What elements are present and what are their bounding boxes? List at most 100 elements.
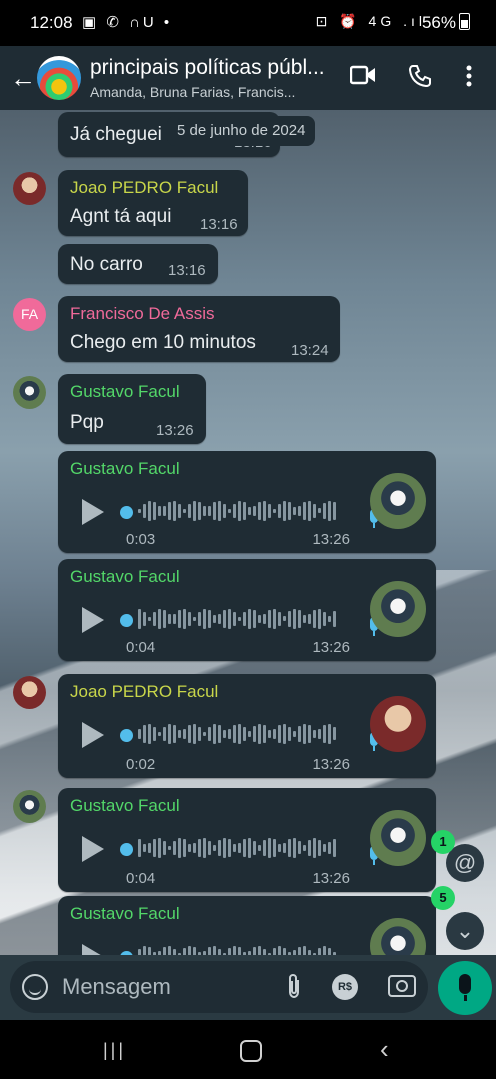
waveform-bar <box>243 611 246 627</box>
message-bubble[interactable]: Francisco De Assis Chego em 10 minutos 1… <box>58 296 340 362</box>
sender-name[interactable]: Joao PEDRO Facul <box>70 682 218 702</box>
waveform-bar <box>263 840 266 856</box>
message-text: No carro <box>70 254 143 275</box>
group-avatar[interactable] <box>37 56 81 100</box>
waveform[interactable] <box>138 724 348 746</box>
waveform-bar <box>273 839 276 857</box>
waveform[interactable] <box>138 609 348 631</box>
waveform-bar <box>233 612 236 626</box>
waveform-bar <box>288 838 291 858</box>
message-input[interactable]: Mensagem R$ <box>10 961 428 1013</box>
waveform-bar <box>228 839 231 857</box>
message-bubble[interactable]: No carro 13:16 <box>58 244 218 284</box>
sender-name[interactable]: Gustavo Facul <box>70 796 180 816</box>
play-icon[interactable] <box>82 499 104 525</box>
playback-handle[interactable] <box>120 506 133 519</box>
waveform-bar <box>163 610 166 628</box>
voice-message[interactable]: Gustavo Facul 0:04 13:26 <box>58 788 436 892</box>
waveform-bar <box>323 724 326 744</box>
sender-name[interactable]: Francisco De Assis <box>70 304 215 324</box>
waveform-bar <box>268 838 271 858</box>
message-text: Agnt tá aqui <box>70 206 172 227</box>
emoji-icon[interactable] <box>22 974 48 1000</box>
waveform-bar <box>293 506 296 516</box>
voice-message[interactable]: Gustavo Facul 0:03 13:26 <box>58 451 436 553</box>
waveform-bar <box>198 502 201 520</box>
waveform-bar <box>143 503 146 519</box>
waveform-bar <box>213 724 216 744</box>
waveform-bar <box>238 616 241 622</box>
waveform-bar <box>178 729 181 739</box>
video-call-icon[interactable] <box>349 64 376 92</box>
recent-apps-icon[interactable]: ||| <box>103 1040 126 1061</box>
waveform-bar <box>248 731 251 737</box>
waveform-bar <box>238 724 241 744</box>
waveform-bar <box>298 505 301 517</box>
message-bubble[interactable]: Gustavo Facul Pqp 13:26 <box>58 374 206 444</box>
payment-icon[interactable]: R$ <box>332 974 358 1000</box>
unread-badge: 5 <box>431 886 455 910</box>
waveform-bar <box>263 613 266 625</box>
avatar[interactable] <box>13 790 46 823</box>
phone-icon[interactable] <box>408 64 432 94</box>
sender-name[interactable]: Gustavo Facul <box>70 459 180 479</box>
play-icon[interactable] <box>82 607 104 633</box>
chat-area[interactable]: Já cheguei 13:16 5 de junho de 2024 Joao… <box>0 110 496 965</box>
nav-back-icon[interactable]: ‹ <box>380 1034 389 1065</box>
play-icon[interactable] <box>82 836 104 862</box>
message-bubble[interactable]: Joao PEDRO Facul Agnt tá aqui 13:16 <box>58 170 248 236</box>
waveform[interactable] <box>138 501 348 523</box>
avatar[interactable]: FA <box>13 298 46 331</box>
avatar[interactable] <box>13 376 46 409</box>
waveform-bar <box>273 508 276 514</box>
playback-handle[interactable] <box>120 843 133 856</box>
waveform-bar <box>248 609 251 629</box>
scroll-down-button[interactable]: ⌄ <box>446 912 484 950</box>
voice-message[interactable]: Gustavo Facul 0:04 13:26 <box>58 559 436 661</box>
waveform-bar <box>308 725 311 743</box>
sender-name[interactable]: Gustavo Facul <box>70 904 180 924</box>
waveform-bar <box>253 505 256 516</box>
waveform-bar <box>333 502 336 520</box>
sender-name[interactable]: Joao PEDRO Facul <box>70 178 218 198</box>
message-time: 13:26 <box>312 756 350 773</box>
playback-handle[interactable] <box>120 729 133 742</box>
battery-indicator: 56% <box>422 13 470 33</box>
voice-record-button[interactable] <box>438 961 492 1015</box>
voice-sender-avatar <box>370 696 426 752</box>
waveform-bar <box>308 613 311 625</box>
group-members[interactable]: Amanda, Bruna Farias, Francis... <box>90 84 330 100</box>
avatar[interactable] <box>13 172 46 205</box>
sender-name[interactable]: Gustavo Facul <box>70 567 180 587</box>
waveform-bar <box>233 843 236 853</box>
waveform-bar <box>233 724 236 744</box>
sender-name[interactable]: Gustavo Facul <box>70 382 180 402</box>
waveform-bar <box>203 609 206 629</box>
waveform-bar <box>313 838 316 858</box>
avatar[interactable] <box>13 676 46 709</box>
playback-handle[interactable] <box>120 614 133 627</box>
attach-icon[interactable] <box>286 973 302 1005</box>
group-title[interactable]: principais políticas públ... <box>90 56 340 80</box>
waveform-bar <box>243 727 246 741</box>
waveform-bar <box>183 508 186 514</box>
status-right-icons: ⊡ ⏰ 4G .ıl <box>315 13 426 29</box>
waveform-bar <box>293 609 296 629</box>
waveform-bar <box>268 504 271 518</box>
voice-message[interactable]: Joao PEDRO Facul 0:02 13:26 <box>58 674 436 778</box>
waveform-bar <box>188 612 191 626</box>
message-placeholder[interactable]: Mensagem <box>62 974 171 1000</box>
play-icon[interactable] <box>82 722 104 748</box>
waveform-bar <box>143 724 146 743</box>
waveform-bar <box>168 845 171 851</box>
home-icon[interactable] <box>240 1040 262 1062</box>
waveform[interactable] <box>138 838 348 860</box>
waveform-bar <box>183 728 186 740</box>
waveform-bar <box>258 724 261 744</box>
back-arrow-icon[interactable]: ← <box>10 63 36 94</box>
waveform-bar <box>328 724 331 744</box>
waveform-bar <box>283 616 286 622</box>
camera-icon[interactable] <box>388 975 416 997</box>
more-options-icon[interactable] <box>465 64 473 94</box>
waveform-bar <box>163 506 166 516</box>
